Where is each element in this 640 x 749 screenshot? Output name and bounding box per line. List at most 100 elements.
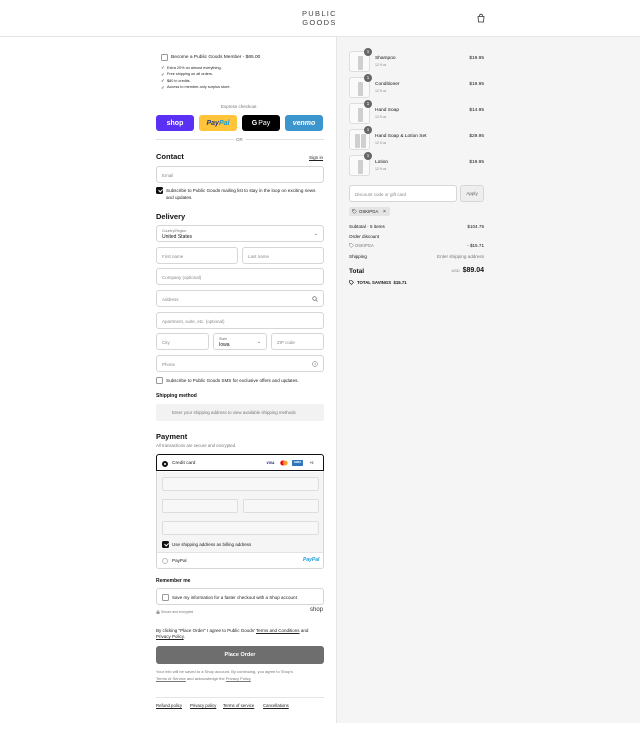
paypal-option[interactable]: PayPal PayPal [157, 552, 323, 569]
agreement-text-2: Privacy Policy. [156, 634, 185, 639]
shipping-method-heading: Shipping method [156, 393, 197, 399]
item-price: $19.95 [469, 56, 484, 61]
sms-checkbox[interactable] [156, 377, 163, 384]
item-size: 12 fl oz [375, 63, 387, 67]
place-order-button[interactable]: Place Order [156, 646, 324, 664]
mastercard-icon [280, 460, 288, 466]
state-select[interactable]: State Iowa ⌄ [213, 333, 267, 350]
item-price: $29.95 [469, 134, 484, 139]
item-size: 12 fl oz [375, 89, 387, 93]
logo-line-2: GOODS [302, 17, 337, 27]
quantity-badge: 1 [364, 48, 372, 56]
phone-field[interactable]: Phone ? [156, 355, 324, 372]
item-name: Lotion [375, 160, 389, 165]
remember-me-box: Save my information for a faster checkou… [156, 588, 324, 605]
item-name: Hand Soap & Lotion Set [375, 134, 427, 139]
terms-of-service-link[interactable]: Terms of service [223, 703, 254, 708]
item-size: 12 fl oz [375, 141, 387, 145]
site-header: PUBLIC GOODS [0, 0, 640, 37]
apartment-field[interactable]: Apartment, suite, etc. (optional) [156, 312, 324, 329]
subtotal-value: $104.75 [467, 224, 484, 229]
more-cards-badge: +5 [309, 461, 314, 465]
discount-code-label: OSKIPGA [355, 243, 374, 248]
shop-terms-link[interactable]: Terms of Service [156, 676, 186, 681]
card-number-field[interactable] [162, 477, 319, 491]
paypal-radio[interactable] [162, 558, 168, 564]
save-info-label: Save my information for a faster checkou… [172, 594, 297, 600]
security-code-field[interactable] [243, 499, 319, 513]
delivery-heading: Delivery [156, 212, 186, 221]
amex-icon: AMEX [292, 460, 303, 466]
order-summary-panel [336, 37, 640, 723]
shipping-label: Shipping [349, 254, 367, 259]
quantity-badge: 1 [364, 100, 372, 108]
zip-code-field[interactable]: ZIP code [271, 333, 324, 350]
or-divider-label: OR [236, 137, 243, 142]
total-savings: TOTAL SAVINGS $15.71 [357, 280, 407, 285]
discount-code-field[interactable]: Discount code or gift card [349, 185, 457, 202]
quantity-badge: 1 [364, 152, 372, 160]
privacy-policy-link[interactable]: Privacy policy [190, 703, 216, 708]
newsletter-checkbox[interactable] [156, 187, 163, 194]
name-on-card-field[interactable] [162, 521, 319, 535]
subtotal-label: Subtotal · 5 items [349, 224, 385, 229]
lock-icon [156, 610, 160, 614]
check-icon: ✓ [161, 84, 165, 90]
quantity-badge: 1 [364, 74, 372, 82]
search-icon [312, 296, 318, 302]
credit-card-option[interactable]: Credit card VISA AMEX +5 [156, 454, 324, 471]
remove-discount-icon[interactable]: × [383, 209, 386, 215]
venmo-button[interactable]: venmo [285, 115, 323, 131]
terms-link[interactable]: Terms and Conditions [256, 628, 300, 633]
quantity-badge: 1 [364, 126, 372, 134]
tag-icon [349, 243, 354, 248]
newsletter-label-line2: and updates. [166, 195, 193, 200]
visa-icon: VISA [266, 461, 275, 465]
city-field[interactable]: City [156, 333, 209, 350]
shipping-method-placeholder: Enter your shipping address to view avai… [156, 404, 324, 421]
sign-in-link[interactable]: Sign in [309, 155, 323, 160]
shop-privacy-link[interactable]: Privacy Policy [226, 676, 251, 681]
secure-label: Secure and encrypted [161, 610, 194, 614]
total-label: Total [349, 268, 365, 275]
privacy-link[interactable]: Privacy Policy [156, 634, 184, 639]
express-checkout-title: Express checkout [221, 104, 257, 109]
save-info-checkbox[interactable] [162, 593, 169, 601]
address-field[interactable]: Address [156, 290, 324, 307]
email-field[interactable]: Email [156, 166, 324, 183]
item-size: 12 fl oz [375, 115, 387, 119]
billing-same-checkbox[interactable] [162, 541, 169, 548]
country-select[interactable]: Country/Region United States ⌄ [156, 225, 324, 242]
last-name-field[interactable]: Last name [242, 247, 324, 264]
shop-account-note-line1: Your info will be saved to a Shop accoun… [156, 669, 293, 674]
billing-same-label: Use shipping address as billing address [172, 542, 252, 547]
item-size: 12 fl oz [375, 167, 387, 171]
refund-policy-link[interactable]: Refund policy [156, 703, 182, 708]
check-icon: ✓ [161, 78, 165, 83]
newsletter-label-line1: Subscribe to Public Goods mailing list t… [166, 188, 316, 193]
paypal-button[interactable]: Pay Pal [199, 115, 237, 131]
tag-icon [349, 280, 354, 285]
item-name: Conditioner [375, 82, 400, 87]
shop-pay-button[interactable]: shop [156, 115, 194, 131]
remember-me-heading: Remember me [156, 578, 191, 584]
apply-discount-button[interactable]: Apply [460, 185, 484, 202]
svg-text:?: ? [314, 362, 316, 366]
membership-checkbox[interactable] [161, 54, 168, 61]
public-goods-logo[interactable]: PUBLIC GOODS [302, 9, 337, 27]
help-icon[interactable]: ? [312, 361, 318, 367]
item-name: Shampoo [375, 56, 396, 61]
first-name-field[interactable]: First name [156, 247, 238, 264]
payment-subtitle: All transactions are secure and encrypte… [156, 443, 237, 448]
payment-methods: Credit card VISA AMEX +5 Use shipping ad… [156, 454, 324, 569]
shopping-bag-icon[interactable] [476, 13, 486, 23]
shop-account-note-line2: Terms of Service and acknowledge the Pri… [156, 676, 251, 681]
item-price: $19.95 [469, 82, 484, 87]
expiry-field[interactable] [162, 499, 238, 513]
company-field[interactable]: Company (optional) [156, 268, 324, 285]
google-pay-button[interactable]: G Pay [242, 115, 280, 131]
credit-card-radio[interactable] [162, 460, 168, 467]
divider-right [246, 139, 324, 140]
cancellations-link[interactable]: Cancellations [263, 703, 289, 708]
item-name: Hand Soap [375, 108, 400, 113]
